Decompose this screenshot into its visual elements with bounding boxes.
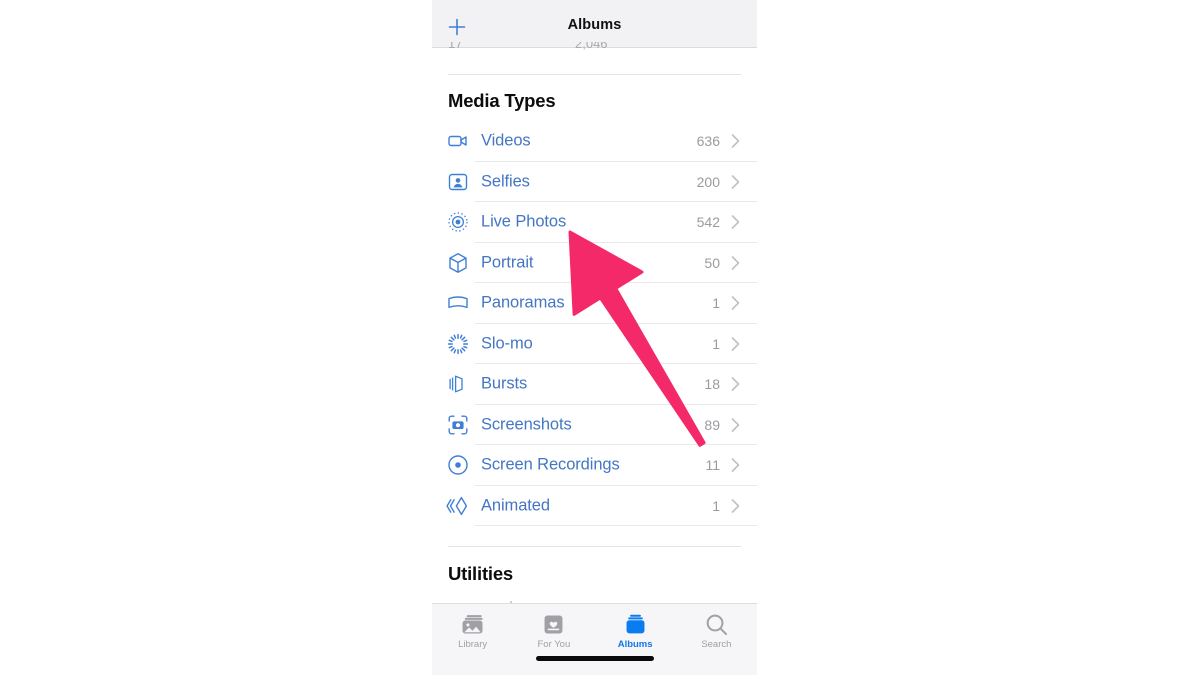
media-type-count: 636 xyxy=(696,133,720,150)
tab-search[interactable]: Search xyxy=(676,612,757,654)
tab-label: For You xyxy=(537,639,571,650)
search-icon xyxy=(704,612,729,637)
media-type-row-animated[interactable]: Animated 1 xyxy=(432,486,757,526)
home-indicator[interactable] xyxy=(535,656,654,661)
media-type-count: 542 xyxy=(696,214,720,231)
section-header-utilities: Utilities xyxy=(448,563,514,584)
selfie-person-icon xyxy=(446,170,470,194)
row-divider xyxy=(475,525,757,526)
chevron-right-icon xyxy=(730,335,741,352)
media-type-count: 50 xyxy=(704,254,720,271)
chevron-right-icon xyxy=(730,457,741,474)
slo-mo-icon xyxy=(446,332,470,356)
chevron-right-icon xyxy=(730,133,741,150)
screenshot-camera-icon xyxy=(446,413,470,437)
media-types-list: Videos 636 Selfies 200 Live Photos 542 Portrai… xyxy=(432,121,757,526)
bursts-icon xyxy=(446,372,470,396)
video-camera-icon xyxy=(446,129,470,153)
photos-library-icon xyxy=(460,612,485,637)
albums-stack-icon xyxy=(623,612,648,637)
section-header-media-types: Media Types xyxy=(448,90,556,111)
chevron-right-icon xyxy=(730,497,741,514)
media-type-count: 1 xyxy=(712,335,720,352)
chevron-right-icon xyxy=(730,376,741,393)
section-divider xyxy=(448,74,741,75)
tab-for-you[interactable]: For You xyxy=(513,612,594,654)
tab-label: Albums xyxy=(617,639,653,650)
media-type-label: Bursts xyxy=(481,374,528,393)
tab-bar: Library For You Albums Search xyxy=(432,603,757,675)
phone-screenshot: Albums 17 2,046 Media Types Videos 636 Sel… xyxy=(432,0,757,675)
media-type-row-videos[interactable]: Videos 636 xyxy=(432,121,757,162)
media-type-count: 18 xyxy=(704,376,720,393)
media-type-count: 1 xyxy=(712,295,720,312)
peek-left-value: 17 xyxy=(448,42,463,51)
media-type-row-live-photos[interactable]: Live Photos 542 xyxy=(432,202,757,243)
media-type-label: Screen Recordings xyxy=(481,455,620,474)
media-type-count: 200 xyxy=(696,173,720,190)
tab-label: Search xyxy=(701,639,732,650)
peek-middle-value: 2,046 xyxy=(575,42,608,51)
media-type-label: Portrait xyxy=(481,253,534,272)
media-type-row-screenshots[interactable]: Screenshots 89 xyxy=(432,405,757,445)
tab-list: Library For You Albums Search xyxy=(432,612,757,654)
media-type-label: Slo-mo xyxy=(481,334,533,353)
media-type-label: Selfies xyxy=(481,172,530,191)
chevron-right-icon xyxy=(730,214,741,231)
media-type-row-panoramas[interactable]: Panoramas 1 xyxy=(432,283,757,324)
for-you-card-icon xyxy=(541,612,566,637)
tab-albums[interactable]: Albums xyxy=(595,612,676,654)
portrait-cube-icon xyxy=(446,251,470,275)
tab-label: Library xyxy=(458,639,488,650)
media-type-row-screen-recordings[interactable]: Screen Recordings 11 xyxy=(432,445,757,486)
media-type-row-portrait[interactable]: Portrait 50 xyxy=(432,243,757,283)
chevron-right-icon xyxy=(730,416,741,433)
media-type-label: Live Photos xyxy=(481,212,567,231)
nav-bar: Albums xyxy=(432,0,757,48)
screen-recording-icon xyxy=(446,453,470,477)
scrolled-row-peek: 17 2,046 xyxy=(432,42,757,64)
live-photo-icon xyxy=(446,210,470,234)
media-type-row-slo-mo[interactable]: Slo-mo 1 xyxy=(432,324,757,364)
page-title: Albums xyxy=(567,17,622,33)
media-type-label: Screenshots xyxy=(481,415,572,434)
chevron-right-icon xyxy=(730,254,741,271)
animated-icon xyxy=(446,494,470,518)
media-type-count: 89 xyxy=(704,416,720,433)
chevron-right-icon xyxy=(730,295,741,312)
media-type-label: Animated xyxy=(481,496,550,515)
media-type-label: Panoramas xyxy=(481,293,565,312)
media-type-row-bursts[interactable]: Bursts 18 xyxy=(432,364,757,405)
media-type-row-selfies[interactable]: Selfies 200 xyxy=(432,162,757,202)
panorama-icon xyxy=(446,291,470,315)
tab-library[interactable]: Library xyxy=(432,612,513,654)
media-type-count: 1 xyxy=(712,497,720,514)
utilities-divider xyxy=(448,546,741,547)
media-type-count: 11 xyxy=(705,457,720,474)
chevron-right-icon xyxy=(730,173,741,190)
media-type-label: Videos xyxy=(481,131,531,150)
screenshot-canvas: Albums 17 2,046 Media Types Videos 636 Sel… xyxy=(0,0,1200,675)
